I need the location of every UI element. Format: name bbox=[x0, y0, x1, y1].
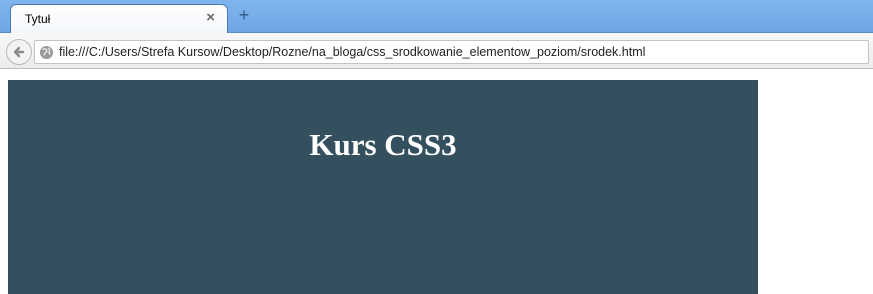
back-button[interactable] bbox=[6, 39, 32, 65]
page-viewport: Kurs CSS3 bbox=[0, 70, 873, 294]
address-bar[interactable]: file:///C:/Users/Strefa Kursow/Desktop/R… bbox=[34, 40, 869, 64]
browser-toolbar: file:///C:/Users/Strefa Kursow/Desktop/R… bbox=[0, 33, 873, 69]
new-tab-plus-icon[interactable]: + bbox=[236, 6, 252, 24]
content-box: Kurs CSS3 bbox=[8, 80, 758, 294]
page-heading: Kurs CSS3 bbox=[309, 127, 457, 162]
globe-icon bbox=[39, 45, 54, 60]
back-arrow-icon bbox=[13, 46, 25, 58]
url-text: file:///C:/Users/Strefa Kursow/Desktop/R… bbox=[59, 45, 646, 59]
tab-title: Tytuł bbox=[25, 12, 51, 26]
browser-titlebar: Tytuł × + bbox=[0, 0, 873, 34]
browser-tab[interactable]: Tytuł × bbox=[10, 4, 228, 34]
close-icon[interactable]: × bbox=[206, 9, 215, 26]
